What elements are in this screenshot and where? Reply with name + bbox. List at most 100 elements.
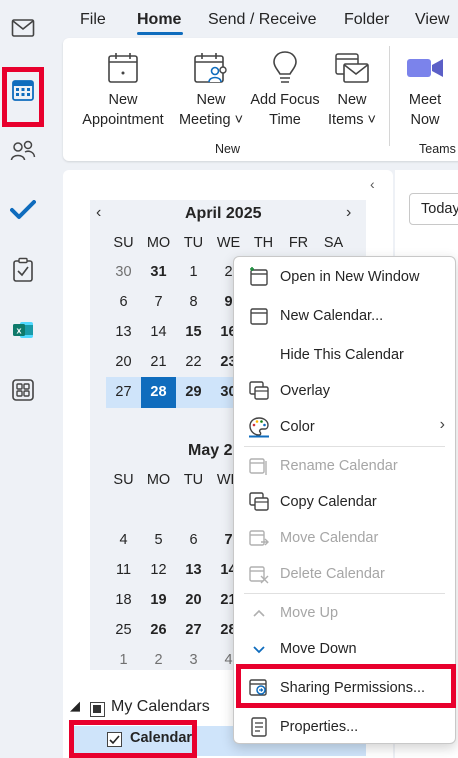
mail-icon[interactable] xyxy=(3,8,43,48)
calendar-day[interactable]: 25 xyxy=(106,620,141,640)
people-icon[interactable] xyxy=(3,130,43,170)
weekday-header: MO xyxy=(146,472,171,488)
calendar-day[interactable]: 29 xyxy=(176,382,211,402)
menu-item-color[interactable]: Color › xyxy=(234,408,455,444)
weekday-header: WE xyxy=(216,235,241,251)
calendar-day[interactable]: 31 xyxy=(141,262,176,282)
ribbon: New Appointment New Meeting ˅ Add Focus … xyxy=(63,38,458,161)
new-meeting-button[interactable]: New Meeting ˅ xyxy=(171,46,251,130)
menu-item-move-up: Move Up xyxy=(234,594,455,630)
highlight-box-calendar-item xyxy=(69,720,197,758)
palette-icon xyxy=(249,417,269,438)
new-appointment-label-1: New xyxy=(108,92,138,108)
rename-icon xyxy=(249,458,267,475)
menu-item-overlay[interactable]: Overlay xyxy=(234,372,455,408)
menu-item-copy-calendar[interactable]: Copy Calendar xyxy=(234,483,455,519)
menu-item-delete-calendar: Delete Calendar xyxy=(234,555,455,591)
calendar-day[interactable]: 6 xyxy=(176,530,211,550)
open-window-icon xyxy=(250,267,268,286)
weekday-header: TH xyxy=(253,235,274,251)
meet-now-label-2: Now xyxy=(410,112,440,128)
weekday-header: TU xyxy=(183,235,204,251)
menu-item-rename-calendar: Rename Calendar xyxy=(234,447,455,483)
calendar-day[interactable]: 8 xyxy=(176,292,211,312)
my-calendars-checkbox[interactable] xyxy=(90,702,105,717)
tab-send-receive[interactable]: Send / Receive xyxy=(208,10,317,30)
collapse-my-calendars-icon[interactable]: ◢ xyxy=(70,698,80,714)
new-items-icon xyxy=(321,46,383,90)
new-items-label-1: New xyxy=(337,92,367,108)
weekday-header: SA xyxy=(323,235,344,251)
menu-item-hide-calendar[interactable]: Hide This Calendar xyxy=(234,336,455,372)
calendar-day[interactable]: 3 xyxy=(176,650,211,670)
weekday-header: FR xyxy=(288,235,309,251)
calendar-day[interactable]: 21 xyxy=(141,352,176,372)
weekday-header: SU xyxy=(113,472,134,488)
calendar-day[interactable]: 7 xyxy=(141,292,176,312)
active-tab-indicator xyxy=(137,32,183,35)
menu-item-move-down[interactable]: Move Down xyxy=(234,630,455,666)
calendar-day[interactable]: 11 xyxy=(106,560,141,580)
calendar-day[interactable]: 1 xyxy=(106,650,141,670)
menu-item-properties[interactable]: Properties... xyxy=(234,708,455,744)
calendar-day[interactable]: 5 xyxy=(141,530,176,550)
calendar-day[interactable]: 19 xyxy=(141,590,176,610)
copy-calendar-icon xyxy=(249,492,269,511)
calendar-day[interactable]: 15 xyxy=(176,322,211,342)
tab-file[interactable]: File xyxy=(80,10,106,30)
ribbon-group-new: New xyxy=(215,142,241,156)
properties-icon xyxy=(251,717,267,737)
collapse-pane-icon[interactable]: ‹ xyxy=(370,176,375,192)
calendar-day[interactable]: 27 xyxy=(176,620,211,640)
chevron-down-icon xyxy=(253,646,265,654)
new-meeting-label-2: Meeting ˅ xyxy=(178,112,244,128)
calendar-day[interactable]: 14 xyxy=(141,322,176,342)
month-title-april: April 2025 xyxy=(185,205,262,222)
calendar-day[interactable]: 20 xyxy=(176,590,211,610)
menu-item-move-calendar: Move Calendar xyxy=(234,519,455,555)
ribbon-group-teams: Teams xyxy=(419,142,456,156)
calendar-day[interactable]: 20 xyxy=(106,352,141,372)
new-appointment-button[interactable]: New Appointment xyxy=(77,46,169,130)
meet-now-button[interactable]: Meet Now xyxy=(395,46,455,130)
calendar-day[interactable]: 30 xyxy=(106,262,141,282)
video-camera-icon xyxy=(395,46,455,90)
menu-item-new-calendar[interactable]: New Calendar... xyxy=(234,297,455,333)
tasks-icon[interactable] xyxy=(3,250,43,290)
calendar-day[interactable]: 13 xyxy=(106,322,141,342)
calendar-day[interactable]: 4 xyxy=(106,530,141,550)
overlay-icon xyxy=(249,381,269,400)
previous-month-icon[interactable]: ‹ xyxy=(96,204,101,222)
calendar-day[interactable]: 13 xyxy=(176,560,211,580)
calendar-day[interactable]: 1 xyxy=(176,262,211,282)
next-month-icon[interactable]: › xyxy=(346,204,351,222)
exchange-app-icon[interactable]: x xyxy=(3,310,43,350)
meeting-icon xyxy=(171,46,251,90)
todo-icon[interactable] xyxy=(3,190,43,230)
calendar-day[interactable]: 18 xyxy=(106,590,141,610)
weekday-header: SU xyxy=(113,235,134,251)
calendar-day[interactable]: 27 xyxy=(106,382,141,402)
new-appointment-label-2: Appointment xyxy=(82,112,164,128)
calendar-day[interactable]: 22 xyxy=(176,352,211,372)
new-items-button[interactable]: New Items ˅ xyxy=(321,46,383,130)
tab-home[interactable]: Home xyxy=(137,10,181,30)
lightbulb-icon xyxy=(249,46,321,90)
tab-view[interactable]: View xyxy=(415,10,449,30)
add-focus-time-label-1: Add Focus xyxy=(250,92,320,108)
calendar-day[interactable]: 12 xyxy=(141,560,176,580)
menu-item-open-new-window[interactable]: Open in New Window xyxy=(234,258,455,294)
calendar-day[interactable]: 28 xyxy=(141,382,176,402)
apps-icon[interactable] xyxy=(3,370,43,410)
calendar-day[interactable]: 6 xyxy=(106,292,141,312)
today-button[interactable]: Today xyxy=(409,193,458,225)
submenu-arrow-icon: › xyxy=(439,416,445,433)
meet-now-label-1: Meet xyxy=(408,92,442,108)
add-focus-time-label-2: Time xyxy=(269,112,301,128)
add-focus-time-button[interactable]: Add Focus Time xyxy=(249,46,321,130)
my-calendars-header: My Calendars xyxy=(111,698,210,715)
calendar-add-icon xyxy=(77,46,169,90)
calendar-day[interactable]: 2 xyxy=(141,650,176,670)
tab-folder[interactable]: Folder xyxy=(344,10,389,30)
calendar-day[interactable]: 26 xyxy=(141,620,176,640)
